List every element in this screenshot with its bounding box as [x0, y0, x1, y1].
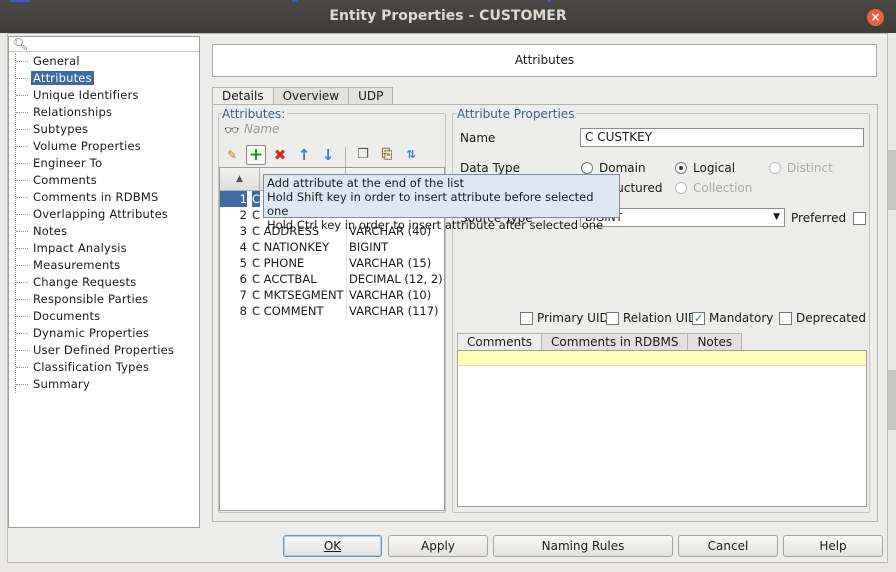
nav-item-overlapping-attributes[interactable]: Overlapping Attributes: [16, 206, 176, 223]
name-label: Name: [460, 131, 496, 145]
naming-rules-button[interactable]: Naming Rules: [493, 535, 673, 557]
primary-uid-checkbox[interactable]: Primary UID: [520, 311, 609, 325]
nav-item-comments-in-rdbms[interactable]: Comments in RDBMS: [16, 189, 176, 206]
table-row[interactable]: 5C PHONE VARCHAR (15): [220, 255, 444, 271]
radio-logical[interactable]: Logical: [675, 161, 735, 175]
radio-collection[interactable]: Collection: [675, 181, 752, 195]
nav-item-impact-analysis[interactable]: Impact Analysis: [16, 240, 176, 257]
sort-asc-icon[interactable]: ▲: [220, 168, 260, 191]
copy-icon[interactable]: ❐: [353, 145, 373, 165]
apply-button[interactable]: Apply: [388, 535, 488, 557]
preferred-checkbox[interactable]: Preferred: [791, 211, 867, 225]
title-bar: Entity Properties - CUSTOMER ×: [0, 0, 896, 33]
nav-search: 🔍︎: [9, 37, 199, 52]
table-row[interactable]: 7C MKTSEGMENT VARCHAR (10): [220, 287, 444, 303]
binoculars-icon: 👓︎: [224, 123, 240, 137]
detail-tabs: Details Overview UDP: [212, 87, 394, 105]
nav-item-attributes[interactable]: Attributes: [16, 70, 176, 87]
nav-item-notes[interactable]: Notes: [16, 223, 176, 240]
add-attribute-tooltip: Add attribute at the end of the list Hol…: [263, 174, 620, 232]
nav-item-general[interactable]: General: [16, 53, 176, 70]
nav-item-engineer-to[interactable]: Engineer To: [16, 155, 176, 172]
comment-textarea[interactable]: [457, 350, 867, 507]
radio-distinct[interactable]: Distinct: [769, 161, 833, 175]
tab-comments[interactable]: Comments: [457, 333, 543, 350]
table-row[interactable]: 8C COMMENT VARCHAR (117): [220, 303, 444, 319]
nav-item-volume-properties[interactable]: Volume Properties: [16, 138, 176, 155]
nav-item-unique-identifiers[interactable]: Unique Identifiers: [16, 87, 176, 104]
page-title: Attributes: [212, 44, 877, 77]
table-row[interactable]: 6C ACCTBAL DECIMAL (12, 2): [220, 271, 444, 287]
tab-comments-in-rdbms[interactable]: Comments in RDBMS: [541, 333, 689, 350]
attribute-filter-input[interactable]: Name: [244, 122, 279, 136]
cancel-button[interactable]: Cancel: [678, 535, 778, 557]
window-title: Entity Properties - CUSTOMER: [329, 8, 567, 24]
nav-item-summary[interactable]: Summary: [16, 376, 176, 393]
tab-udp[interactable]: UDP: [348, 87, 394, 105]
nav-item-dynamic-properties[interactable]: Dynamic Properties: [16, 325, 176, 342]
search-icon: 🔍︎: [13, 37, 29, 51]
ok-button[interactable]: OK: [283, 535, 382, 557]
move-up-icon[interactable]: ↑: [294, 145, 314, 165]
navigation-tree: 🔍︎ General Attributes Unique Identifiers…: [8, 36, 200, 528]
deprecated-checkbox[interactable]: Deprecated: [779, 311, 866, 325]
background-edge: [888, 150, 896, 210]
data-type-label: Data Type: [460, 161, 521, 175]
tab-overview[interactable]: Overview: [272, 87, 350, 105]
help-button[interactable]: Help: [783, 535, 883, 557]
mandatory-checkbox[interactable]: ✓ Mandatory: [692, 311, 773, 325]
nav-item-classification-types[interactable]: Classification Types: [16, 359, 176, 376]
decor: [292, 0, 298, 2]
table-row[interactable]: 4C NATIONKEY BIGINT: [220, 239, 444, 255]
delete-icon[interactable]: ✖: [270, 145, 290, 165]
current-line-highlight: [458, 351, 866, 366]
attribute-properties-label: Attribute Properties: [457, 107, 577, 121]
radio-domain[interactable]: Domain: [581, 161, 646, 175]
nav-item-comments[interactable]: Comments: [16, 172, 176, 189]
nav-item-documents[interactable]: Documents: [16, 308, 176, 325]
background-edge: [888, 370, 896, 430]
chevron-down-icon: ▼: [773, 212, 780, 222]
decor: [548, 0, 551, 2]
paste-icon[interactable]: ⎘: [377, 145, 397, 165]
decor: [10, 0, 30, 2]
nav-item-user-defined-properties[interactable]: User Defined Properties: [16, 342, 176, 359]
nav-item-responsible-parties[interactable]: Responsible Parties: [16, 291, 176, 308]
nav-item-change-requests[interactable]: Change Requests: [16, 274, 176, 291]
checkmark-icon: ✓: [692, 311, 705, 325]
attributes-label: Attributes:: [222, 107, 288, 121]
tab-details[interactable]: Details: [212, 87, 274, 105]
name-field[interactable]: C CUSTKEY: [580, 128, 864, 147]
attributes-toolbar: ✎ + ✖ ↑ ↓ ❐ ⎘ ⇅: [222, 145, 421, 167]
nav-item-subtypes[interactable]: Subtypes: [16, 121, 176, 138]
toolbar-separator: [345, 147, 346, 167]
tab-notes[interactable]: Notes: [687, 333, 743, 350]
sort-icon[interactable]: ⇅: [401, 145, 421, 165]
nav-item-relationships[interactable]: Relationships: [16, 104, 176, 121]
relation-uid-checkbox[interactable]: Relation UID: [606, 311, 697, 325]
close-icon[interactable]: ×: [867, 9, 884, 26]
nav-item-measurements[interactable]: Measurements: [16, 257, 176, 274]
add-icon[interactable]: +: [246, 145, 266, 165]
nav-search-input[interactable]: [27, 37, 197, 51]
move-down-icon[interactable]: ↓: [318, 145, 338, 165]
brush-icon[interactable]: ✎: [222, 145, 242, 165]
comment-tabs: Comments Comments in RDBMS Notes: [457, 333, 743, 351]
